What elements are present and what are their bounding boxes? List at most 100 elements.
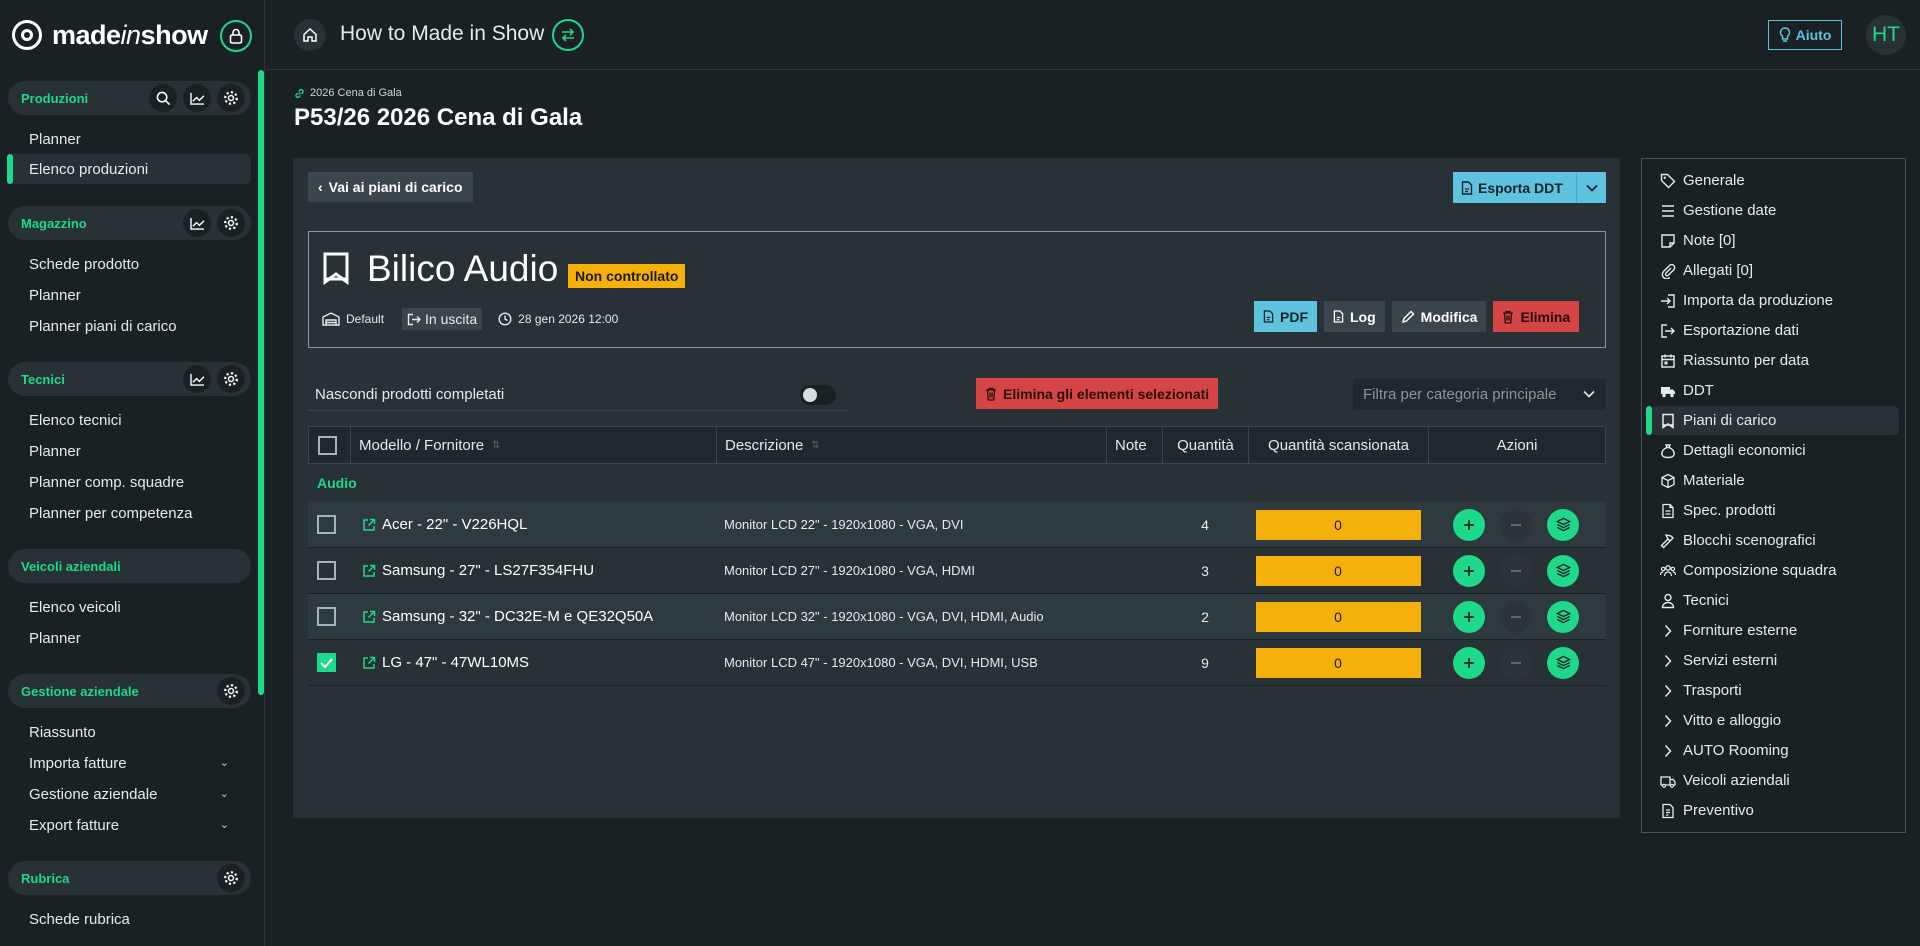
avatar[interactable]: HT [1866,15,1906,55]
detail-nav-item[interactable]: Blocchi scenografici [1650,526,1899,555]
sidebar-item-schede-rubrica[interactable]: Schede rubrica [8,904,251,934]
edit-button[interactable]: Modifica [1391,301,1487,332]
detail-nav-item[interactable]: Allegati [0] [1650,256,1899,285]
export-dropdown-toggle[interactable] [1576,172,1606,203]
model-link[interactable]: Acer - 22" - V226HQL [350,516,716,533]
settings-button[interactable] [217,864,245,892]
sidebar-scrollbar[interactable] [258,70,264,695]
detail-nav-item[interactable]: AUTO Rooming [1650,736,1899,765]
detail-nav-item[interactable]: DDT [1650,376,1899,405]
settings-button[interactable] [217,209,245,237]
detail-nav-item[interactable]: Importa da produzione [1650,286,1899,315]
sidebar-item-planner-magazzino[interactable]: Planner [8,280,251,310]
detail-nav-item[interactable]: Composizione squadra [1650,556,1899,585]
home-button[interactable] [294,19,326,51]
section-title: Rubrica [21,870,70,886]
model-link[interactable]: Samsung - 27" - LS27F354FHU [350,562,716,579]
sidebar-section-magazzino[interactable]: Magazzino [8,206,251,240]
log-label: Log [1350,308,1376,325]
detail-nav-item[interactable]: Vitto e alloggio [1650,706,1899,735]
model-link[interactable]: LG - 47" - 47WL10MS [350,654,716,671]
switch-workspace-button[interactable] [552,19,584,51]
sidebar-section-gestione[interactable]: Gestione aziendale [8,674,251,708]
export-ddt-button[interactable]: Esporta DDT [1453,172,1606,203]
stats-button[interactable] [183,84,211,112]
header-model[interactable]: Modello / Fornitore ⇅ [351,427,717,463]
header-description[interactable]: Descrizione ⇅ [717,427,1107,463]
help-button[interactable]: Aiuto [1768,20,1842,50]
detail-nav-item[interactable]: Piani di carico [1646,406,1899,435]
sidebar-section-tecnici[interactable]: Tecnici [8,362,251,396]
log-button[interactable]: Log [1324,301,1385,332]
hide-completed-toggle[interactable] [800,385,836,405]
detail-nav-item[interactable]: Tecnici [1650,586,1899,615]
row-checkbox[interactable] [317,607,336,626]
link-icon [295,88,304,98]
sidebar-item-elenco-tecnici[interactable]: Elenco tecnici [8,405,251,435]
sidebar-item-riassunto[interactable]: Riassunto [8,717,251,747]
settings-button[interactable] [217,677,245,705]
sidebar-item-planner-piani-carico[interactable]: Planner piani di carico [8,311,251,341]
delete-selected-button[interactable]: Elimina gli elementi selezionati [976,378,1219,409]
detail-nav-item[interactable]: Riassunto per data [1650,346,1899,375]
sidebar-item-schede-prodotto[interactable]: Schede prodotto [8,249,251,279]
sidebar-item-planner-tecnici[interactable]: Planner [8,436,251,466]
detail-nav-item[interactable]: Dettagli economici [1650,436,1899,465]
stats-button[interactable] [183,365,211,393]
detail-nav-item[interactable]: Forniture esterne [1650,616,1899,645]
sidebar-item-importa-fatture[interactable]: Importa fatture ⌄ [8,748,251,778]
decrement-button[interactable] [1500,646,1532,679]
delete-button[interactable]: Elimina [1493,301,1580,332]
detail-nav-item[interactable]: Generale [1650,166,1899,195]
sidebar-item-elenco-veicoli[interactable]: Elenco veicoli [8,592,251,622]
increment-button[interactable] [1453,554,1485,587]
increment-button[interactable] [1453,508,1485,541]
increment-button[interactable] [1453,600,1485,633]
decrement-button[interactable] [1500,554,1532,587]
sidebar-item-gestione-aziendale[interactable]: Gestione aziendale ⌄ [8,779,251,809]
detail-nav-item[interactable]: Note [0] [1650,226,1899,255]
detail-nav-item[interactable]: Servizi esterni [1650,646,1899,675]
sidebar-item-elenco-produzioni[interactable]: Elenco produzioni [7,154,251,184]
logo[interactable]: madeinshow [12,16,252,54]
layers-button[interactable] [1547,646,1579,679]
search-button[interactable] [149,84,177,112]
lock-button[interactable] [220,20,252,52]
sidebar-item-planner-competenza[interactable]: Planner per competenza [8,498,251,528]
back-to-load-plans-button[interactable]: ‹ Vai ai piani di carico [308,172,473,202]
detail-nav-item[interactable]: Trasporti [1650,676,1899,705]
sidebar-section-rubrica[interactable]: Rubrica [8,861,251,895]
stats-button[interactable] [183,209,211,237]
increment-button[interactable] [1453,646,1485,679]
detail-nav-item[interactable]: Gestione date [1650,196,1899,225]
sidebar-item-planner-comp-squadre[interactable]: Planner comp. squadre [8,467,251,497]
sidebar-section-veicoli[interactable]: Veicoli aziendali [8,549,251,583]
header-select-all[interactable] [309,427,351,463]
detail-nav-item[interactable]: Spec. prodotti [1650,496,1899,525]
row-checkbox[interactable] [317,515,336,534]
decrement-button[interactable] [1500,508,1532,541]
row-checkbox[interactable] [317,561,336,580]
detail-nav-item[interactable]: Esportazione dati [1650,316,1899,345]
select-all-checkbox[interactable] [318,435,337,455]
detail-nav-item[interactable]: Preventivo [1650,796,1899,825]
decrement-button[interactable] [1500,600,1532,633]
sidebar-section-produzioni[interactable]: Produzioni [8,81,251,115]
section-title: Magazzino [21,215,87,231]
layers-button[interactable] [1547,508,1579,541]
layers-button[interactable] [1547,554,1579,587]
pdf-button[interactable]: PDF [1254,301,1317,332]
layers-button[interactable] [1547,600,1579,633]
sidebar-item-export-fatture[interactable]: Export fatture ⌄ [8,810,251,840]
row-checkbox[interactable] [317,653,336,672]
breadcrumb[interactable]: 2026 Cena di Gala [294,87,402,99]
settings-button[interactable] [217,84,245,112]
detail-nav-label: Composizione squadra [1683,562,1837,579]
detail-nav-item[interactable]: Materiale [1650,466,1899,495]
model-link[interactable]: Samsung - 32" - DC32E-M e QE32Q50A [350,608,716,625]
detail-nav-item[interactable]: Veicoli aziendali [1650,766,1899,795]
sidebar-item-planner[interactable]: Planner [8,124,251,154]
category-filter-select[interactable]: Filtra per categoria principale [1353,379,1606,410]
sidebar-item-planner-veicoli[interactable]: Planner [8,623,251,653]
settings-button[interactable] [217,365,245,393]
